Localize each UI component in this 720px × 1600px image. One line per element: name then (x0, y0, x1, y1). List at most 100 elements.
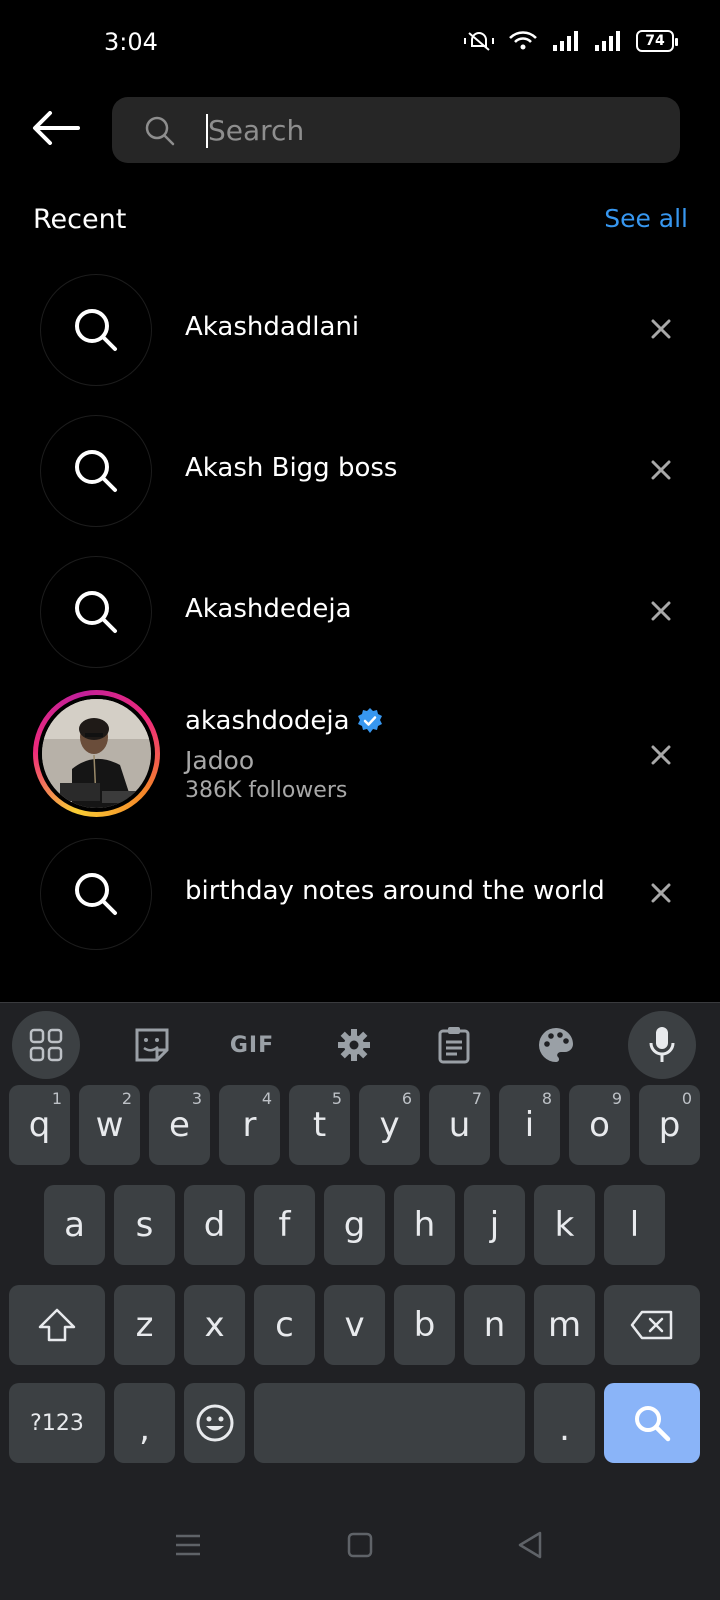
search-key[interactable] (604, 1383, 700, 1463)
recent-search-icon-circle (40, 838, 152, 950)
story-ring (33, 690, 160, 817)
recent-item-label: birthday notes around the world (185, 876, 605, 906)
search-icon (145, 116, 175, 146)
close-icon (651, 601, 671, 621)
key-x[interactable]: x (184, 1285, 245, 1365)
signal-icon (553, 31, 578, 51)
verified-badge-icon (357, 708, 382, 733)
recent-search-icon-circle (40, 556, 152, 668)
key-s[interactable]: s (114, 1185, 175, 1265)
backspace-key[interactable] (604, 1285, 700, 1365)
key-k[interactable]: k (534, 1185, 595, 1265)
key-v[interactable]: v (324, 1285, 385, 1365)
emoji-key[interactable] (184, 1383, 245, 1463)
palette-icon (539, 1028, 573, 1062)
search-box[interactable] (112, 97, 680, 163)
key-q[interactable]: q1 (9, 1085, 70, 1165)
theme-button[interactable] (522, 1011, 590, 1079)
key-u[interactable]: u7 (429, 1085, 490, 1165)
key-r[interactable]: r4 (219, 1085, 280, 1165)
recent-search-icon-circle (40, 274, 152, 386)
recent-search-icon-circle (40, 415, 152, 527)
key-f[interactable]: f (254, 1185, 315, 1265)
key-p[interactable]: p0 (639, 1085, 700, 1165)
comma-key[interactable]: , (114, 1383, 175, 1463)
recent-item[interactable]: Akashdadlani (0, 274, 720, 394)
shift-icon (38, 1308, 76, 1342)
key-e[interactable]: e3 (149, 1085, 210, 1165)
key-j[interactable]: j (464, 1185, 525, 1265)
shift-key[interactable] (9, 1285, 105, 1365)
battery-level: 74 (645, 33, 665, 49)
key-i[interactable]: i8 (499, 1085, 560, 1165)
back-nav-button[interactable] (505, 1520, 555, 1570)
symbols-key[interactable]: ?123 (9, 1383, 105, 1463)
remove-button[interactable] (646, 596, 676, 626)
search-icon (75, 450, 117, 492)
search-icon (75, 873, 117, 915)
search-icon (75, 309, 117, 351)
recent-account-item[interactable]: akashdodeja Jadoo 386K followers (0, 690, 720, 820)
clipboard-icon (438, 1027, 470, 1064)
remove-button[interactable] (646, 878, 676, 908)
close-icon (651, 460, 671, 480)
key-b[interactable]: b (394, 1285, 455, 1365)
account-username: akashdodeja (185, 706, 350, 736)
key-g[interactable]: g (324, 1185, 385, 1265)
key-l[interactable]: l (604, 1185, 665, 1265)
emoji-icon (196, 1404, 233, 1442)
avatar (42, 699, 151, 808)
clipboard-button[interactable] (420, 1011, 488, 1079)
key-z[interactable]: z (114, 1285, 175, 1365)
recent-item-label: Akash Bigg boss (185, 453, 398, 483)
status-time: 3:04 (104, 28, 158, 56)
backspace-icon (630, 1310, 673, 1340)
period-key[interactable]: . (534, 1383, 595, 1463)
gear-icon (338, 1029, 370, 1061)
key-h[interactable]: h (394, 1185, 455, 1265)
recent-item[interactable]: Akash Bigg boss (0, 415, 720, 535)
gif-button[interactable]: GIF (218, 1011, 286, 1079)
recent-item[interactable]: Akashdedeja (0, 556, 720, 676)
voice-input-button[interactable] (628, 1011, 696, 1079)
recent-item-label: Akashdadlani (185, 312, 360, 342)
space-key[interactable] (254, 1383, 525, 1463)
sticker-icon (135, 1028, 169, 1062)
gif-label: GIF (229, 1032, 275, 1058)
home-square-icon (347, 1532, 373, 1558)
back-button[interactable] (30, 102, 82, 154)
remove-button[interactable] (646, 455, 676, 485)
key-t[interactable]: t5 (289, 1085, 350, 1165)
text-cursor (206, 114, 208, 148)
home-button[interactable] (335, 1520, 385, 1570)
key-y[interactable]: y6 (359, 1085, 420, 1165)
battery-icon: 74 (636, 30, 678, 52)
signal-icon-2 (595, 31, 620, 51)
recent-title: Recent (33, 204, 127, 235)
recent-item[interactable]: birthday notes around the world (0, 838, 720, 958)
back-arrow-icon (33, 111, 80, 145)
key-m[interactable]: m (534, 1285, 595, 1365)
key-o[interactable]: o9 (569, 1085, 630, 1165)
remove-button[interactable] (646, 314, 676, 344)
settings-button[interactable] (320, 1011, 388, 1079)
keyboard-toolbar: GIF (0, 1011, 720, 1081)
search-icon (635, 1406, 671, 1442)
recents-button[interactable] (163, 1520, 213, 1570)
status-bar: 3:04 74 (0, 0, 720, 90)
key-c[interactable]: c (254, 1285, 315, 1365)
back-triangle-icon (518, 1531, 542, 1559)
account-full-name: Jadoo (185, 746, 255, 775)
key-a[interactable]: a (44, 1185, 105, 1265)
see-all-link[interactable]: See all (604, 204, 688, 233)
close-icon (651, 319, 671, 339)
wifi-icon (509, 31, 537, 50)
search-input[interactable] (208, 107, 648, 153)
key-w[interactable]: w2 (79, 1085, 140, 1165)
key-d[interactable]: d (184, 1185, 245, 1265)
apps-grid-icon (29, 1028, 63, 1062)
apps-button[interactable] (12, 1011, 80, 1079)
key-n[interactable]: n (464, 1285, 525, 1365)
remove-button[interactable] (646, 740, 676, 770)
sticker-button[interactable] (118, 1011, 186, 1079)
